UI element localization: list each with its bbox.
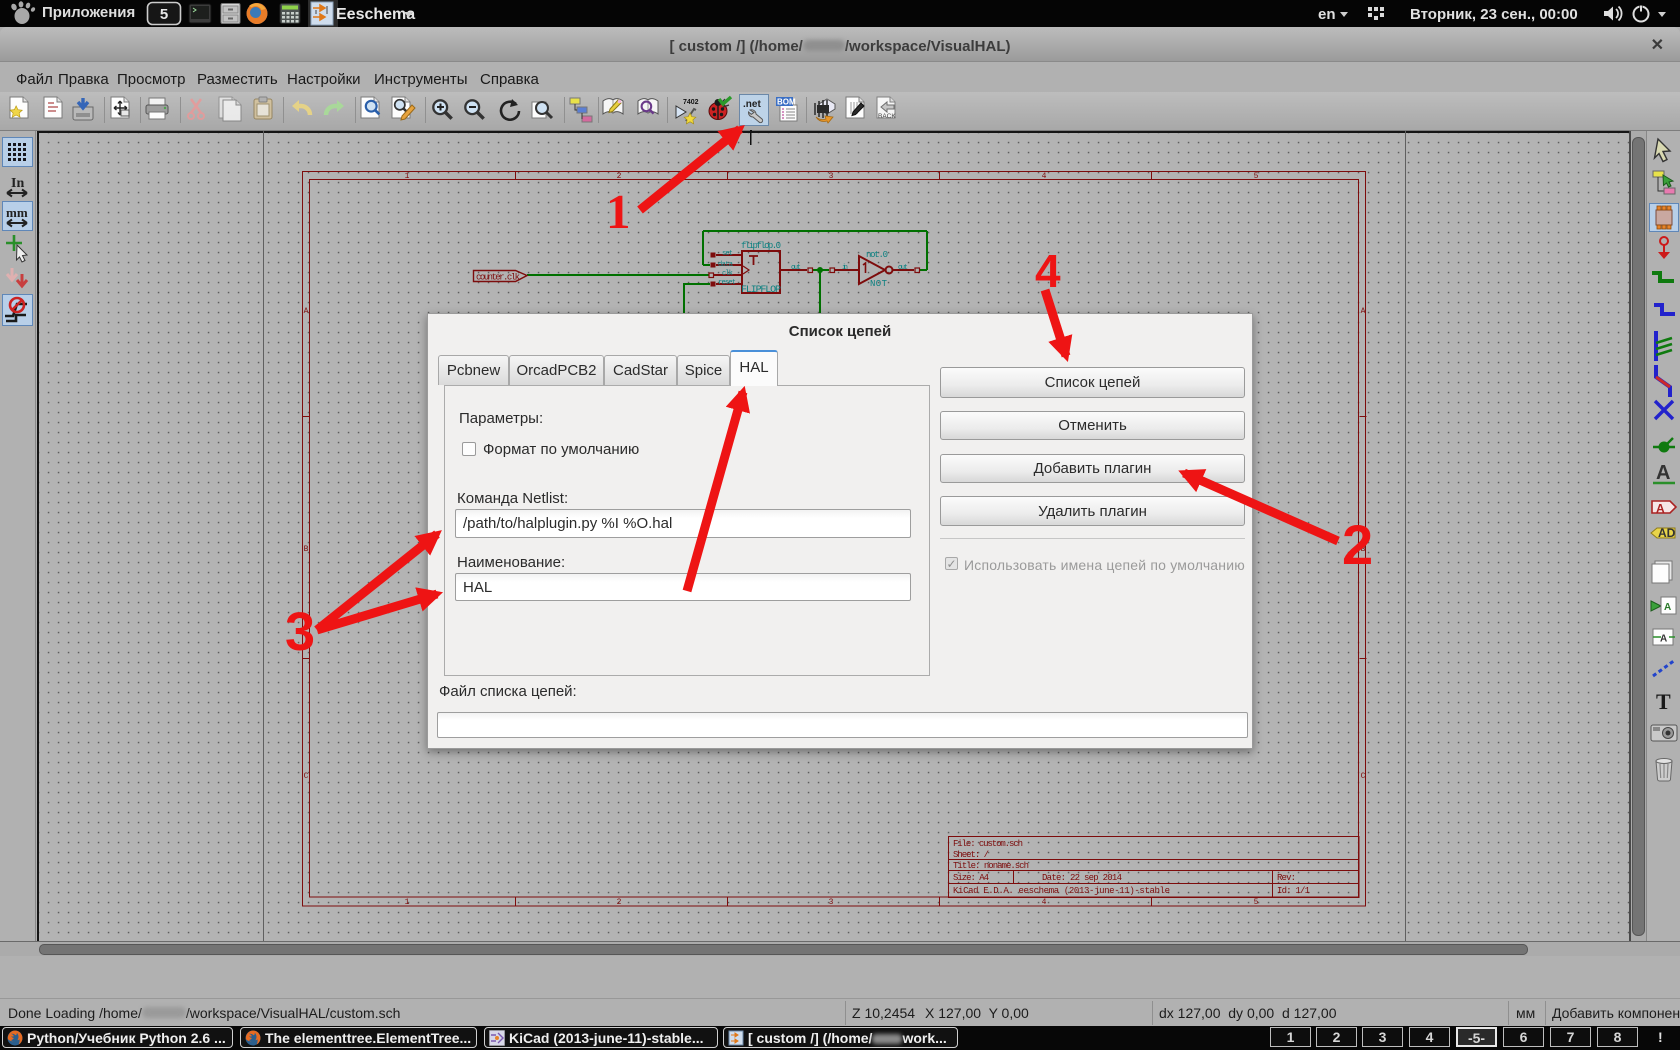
svg-text:A: A	[304, 307, 309, 316]
svg-text:B: B	[1361, 545, 1366, 554]
svg-text:data: data	[718, 261, 733, 269]
svg-text:7402: 7402	[683, 99, 699, 106]
svg-text:1: 1	[405, 898, 410, 907]
svg-text:A: A	[1660, 634, 1667, 645]
svg-text:Rev:: Rev:	[1277, 873, 1296, 883]
svg-text:in: in	[842, 264, 848, 272]
svg-text:T: T	[1656, 689, 1671, 714]
svg-text:2: 2	[617, 172, 622, 181]
svg-text:FLIPFLOP: FLIPFLOP	[741, 285, 781, 296]
svg-text:not.0: not.0	[866, 250, 888, 260]
svg-text:out: out	[791, 264, 801, 272]
svg-text:reset: reset	[718, 279, 736, 287]
svg-text:KiCad E.D.A. eeschema (2013-j: KiCad E.D.A. eeschema (2013-june-11)-sta…	[953, 886, 1170, 896]
svg-text:A: A	[1361, 307, 1366, 316]
svg-text:out: out	[898, 264, 908, 272]
svg-text:B: B	[304, 545, 309, 554]
svg-text:4: 4	[1042, 172, 1047, 181]
svg-text:Title: noname.sch: Title: noname.sch	[953, 861, 1029, 871]
svg-text:5: 5	[1254, 898, 1259, 907]
svg-text:A: A	[1656, 462, 1670, 484]
svg-text:C: C	[1361, 772, 1366, 781]
svg-text:NOT: NOT	[870, 279, 888, 289]
svg-text:2: 2	[617, 898, 622, 907]
svg-text:Date: 22 sep 2014: Date: 22 sep 2014	[1042, 873, 1122, 883]
svg-text:A: A	[1664, 602, 1671, 613]
svg-text:Sheet: /: Sheet: /	[953, 850, 989, 860]
svg-text:en: en	[1318, 6, 1336, 23]
svg-text:BACK: BACK	[878, 113, 896, 120]
svg-text:In: In	[11, 176, 24, 191]
svg-text:AD: AD	[1658, 526, 1676, 540]
svg-text:flipflop.0: flipflop.0	[741, 241, 781, 251]
svg-text:1: 1	[405, 172, 410, 181]
svg-text:mm: mm	[6, 205, 28, 220]
svg-text:3: 3	[829, 898, 834, 907]
svg-text:.net: .net	[743, 99, 761, 110]
svg-text:File: custom.sch: File: custom.sch	[953, 839, 1023, 849]
svg-text:4: 4	[1042, 898, 1047, 907]
svg-text:Вторник, 23 сен., 00:00: Вторник, 23 сен., 00:00	[1410, 6, 1578, 23]
svg-text:5: 5	[1254, 172, 1259, 181]
svg-text:set: set	[722, 250, 733, 258]
svg-text:5: 5	[160, 6, 168, 23]
svg-text:C: C	[304, 772, 309, 781]
svg-text:Id: 1/1: Id: 1/1	[1277, 886, 1310, 896]
svg-text:BOM: BOM	[777, 98, 796, 107]
svg-text:Size: A4: Size: A4	[953, 873, 989, 883]
svg-text:Eeschema: Eeschema	[336, 6, 415, 23]
svg-text:counter.clk: counter.clk	[476, 273, 520, 283]
svg-text:clk: clk	[722, 270, 733, 278]
svg-text:A: A	[1656, 502, 1665, 516]
svg-text:3: 3	[829, 172, 834, 181]
